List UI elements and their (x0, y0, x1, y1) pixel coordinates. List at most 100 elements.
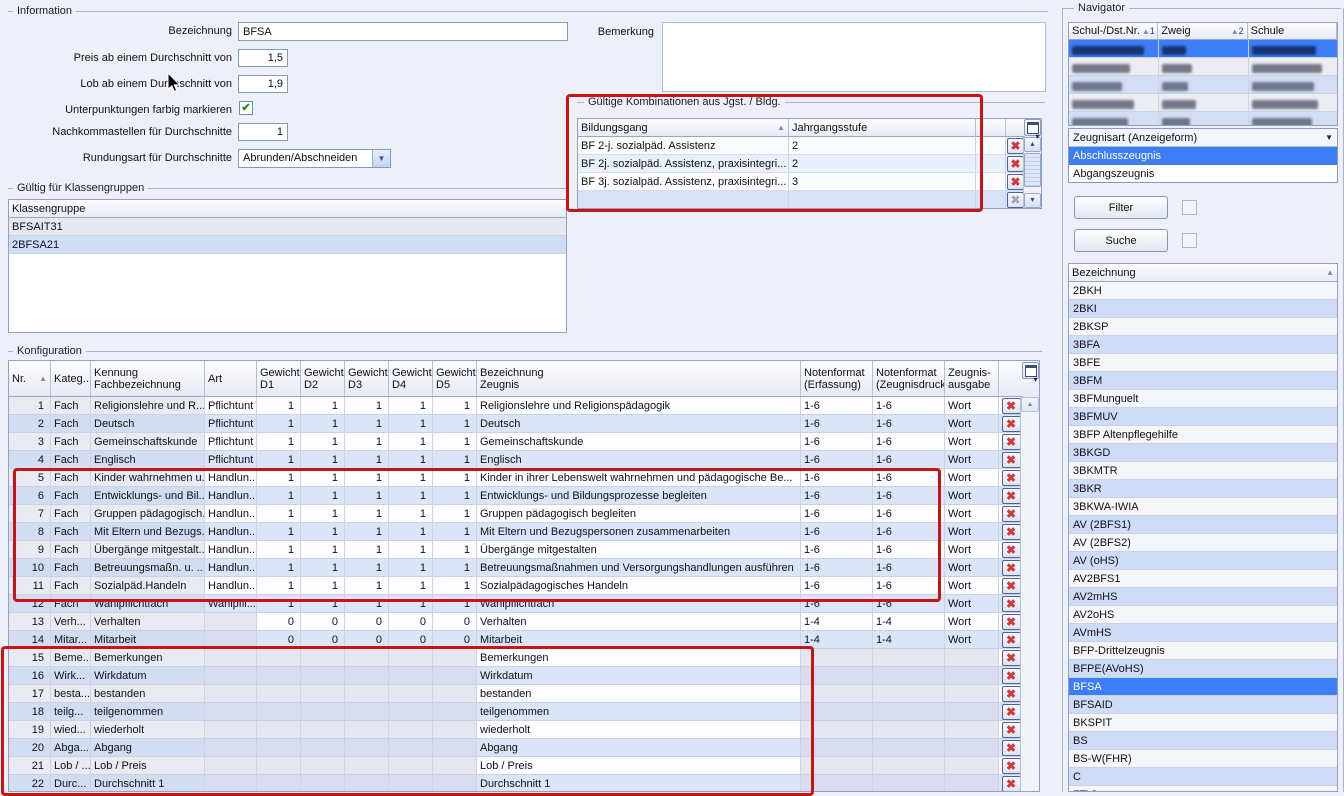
table-row[interactable]: 1 Fach Religionslehre und R... Pflichtun… (9, 397, 1039, 415)
list-item[interactable]: 3BFP Altenpflegehilfe (1069, 426, 1337, 444)
column-header-gewicht-d1[interactable]: Gewicht D1 (257, 361, 301, 397)
delete-row-button[interactable]: ✖ (1002, 686, 1021, 702)
table-row[interactable]: 14 Mitar... Mitarbeit 0 0 0 0 0 Mitarbei… (9, 631, 1039, 649)
column-header-nr[interactable]: Nr. ▲ (9, 361, 51, 397)
list-item[interactable]: 3BKR (1069, 480, 1337, 498)
column-header-kategorie[interactable]: Kateg... (51, 361, 91, 397)
column-header-bildungsgang[interactable]: Bildungsgang ▲ (578, 119, 789, 137)
table-row[interactable]: 7 Fach Gruppen pädagogisch... Handlun...… (9, 505, 1039, 523)
preis-input[interactable] (238, 49, 288, 67)
list-item[interactable]: 3BFA (1069, 336, 1337, 354)
column-chooser-button[interactable] (1022, 362, 1039, 379)
delete-row-button[interactable]: ✖ (1002, 632, 1021, 648)
delete-row-button[interactable]: ✖ (1002, 740, 1021, 756)
scrollbar-thumb[interactable] (1024, 153, 1041, 187)
table-row[interactable]: 16 Wirk... Wirkdatum Wirkdatum ✖ (9, 667, 1039, 685)
delete-row-button[interactable]: ✖ (1002, 398, 1021, 414)
kombinationen-scrollbar[interactable]: ▲ ▼ (1023, 137, 1041, 208)
table-row-redacted[interactable] (1069, 112, 1337, 126)
table-row[interactable]: 6 Fach Entwicklungs- und Bil... Handlun.… (9, 487, 1039, 505)
column-header[interactable]: Schule (1248, 23, 1337, 40)
table-row[interactable]: BF 3j. sozialpäd. Assistenz, praxisinteg… (578, 173, 1041, 191)
table-row[interactable]: 8 Fach Mit Eltern und Bezugs... Handlun.… (9, 523, 1039, 541)
list-item[interactable]: AV (oHS) (1069, 552, 1337, 570)
table-row-redacted[interactable] (1069, 94, 1337, 112)
delete-row-button[interactable]: ✖ (1002, 470, 1021, 486)
delete-row-button[interactable]: ✖ (1002, 596, 1021, 612)
list-item[interactable]: BFPE(AVoHS) (1069, 660, 1337, 678)
list-item[interactable]: 2BKSP (1069, 318, 1337, 336)
delete-row-button[interactable]: ✖ (1002, 560, 1021, 576)
list-item[interactable]: AVmHS (1069, 624, 1337, 642)
list-item[interactable]: 3BFMunguelt (1069, 390, 1337, 408)
delete-row-button[interactable]: ✖ (1002, 434, 1021, 450)
list-item[interactable]: 3BFE (1069, 354, 1337, 372)
column-header-klassengruppe[interactable]: Klassengruppe (9, 200, 566, 218)
table-row[interactable]: 2 Fach Deutsch Pflichtunt 1 1 1 1 1 Deut… (9, 415, 1039, 433)
delete-row-button[interactable]: ✖ (1002, 542, 1021, 558)
column-header-zeugnisausgabe[interactable]: Zeugnis- ausgabe (945, 361, 999, 397)
nachkommastellen-input[interactable] (238, 123, 288, 141)
table-row[interactable]: 18 teilg... teilgenommen teilgenommen ✖ (9, 703, 1039, 721)
list-item[interactable]: 3BKGD (1069, 444, 1337, 462)
column-header-jahrgangsstufe[interactable]: Jahrgangsstufe (789, 119, 976, 137)
filter-checkbox[interactable] (1182, 200, 1197, 215)
list-item[interactable]: 3BFMUV (1069, 408, 1337, 426)
table-row[interactable]: 21 Lob / ... Lob / Preis Lob / Preis ✖ (9, 757, 1039, 775)
filter-button[interactable]: Filter (1074, 196, 1168, 219)
empty-row[interactable]: ✖ (578, 191, 1041, 209)
list-item[interactable]: 3BFM (1069, 372, 1337, 390)
table-row[interactable]: 19 wied... wiederholt wiederholt ✖ (9, 721, 1039, 739)
delete-row-button[interactable]: ✖ (1002, 650, 1021, 666)
list-item[interactable]: FTVi (1069, 786, 1337, 792)
delete-row-button[interactable]: ✖ (1002, 452, 1021, 468)
table-row[interactable]: BF 2j. sozialpäd. Assistenz, praxisinteg… (578, 155, 1041, 173)
list-item[interactable]: 3BKWA-IWIA (1069, 498, 1337, 516)
scroll-down-icon[interactable]: ▼ (1024, 193, 1041, 208)
column-header[interactable]: Schul-/Dst.Nr. ▲1 (1069, 23, 1158, 40)
zeugnisart-dropdown[interactable]: Zeugnisart (Anzeigeform) ▼ (1069, 129, 1337, 147)
column-header-gewicht-d2[interactable]: Gewicht D2 (301, 361, 345, 397)
rundungsart-select[interactable]: Abrunden/Abschneiden ▼ (238, 149, 391, 168)
column-header[interactable]: Zweig ▲2 (1158, 23, 1247, 40)
list-item[interactable]: AV (2BFS1) (1069, 516, 1337, 534)
table-row[interactable]: 20 Abga... Abgang Abgang ✖ (9, 739, 1039, 757)
suche-checkbox[interactable] (1182, 233, 1197, 248)
list-item[interactable]: 2BKH (1069, 282, 1337, 300)
column-header-kennung[interactable]: Kennung Fachbezeichnung (91, 361, 205, 397)
chevron-down-icon[interactable]: ▼ (372, 150, 390, 167)
table-row-redacted[interactable] (1069, 76, 1337, 94)
column-chooser-button[interactable] (1024, 119, 1041, 136)
list-item[interactable]: AV (2BFS2) (1069, 534, 1337, 552)
delete-row-button[interactable]: ✖ (1002, 776, 1021, 792)
column-header-notenformat-zeugnisdruck[interactable]: Notenformat (Zeugnisdruck) (873, 361, 945, 397)
delete-row-button[interactable]: ✖ (1007, 174, 1024, 190)
table-row[interactable]: BF 2-j. sozialpäd. Assistenz 2 ✖ (578, 137, 1041, 155)
konfiguration-scrollbar[interactable]: ▲ (1020, 397, 1039, 791)
table-row[interactable]: 13 Verh... Verhalten 0 0 0 0 0 Verhalten… (9, 613, 1039, 631)
table-row[interactable]: 11 Fach Sozialpäd.Handeln Handlun... 1 1… (9, 577, 1039, 595)
delete-row-button[interactable]: ✖ (1002, 416, 1021, 432)
column-header-gewicht-d4[interactable]: Gewicht D4 (389, 361, 433, 397)
column-header-art[interactable]: Art (205, 361, 257, 397)
column-header-bezeichnung[interactable]: Bezeichnung ▲ (1069, 264, 1337, 282)
table-row[interactable]: 10 Fach Betreuungsmaßn. u. ... Handlun..… (9, 559, 1039, 577)
list-item[interactable]: BFSAIT31 (9, 218, 566, 236)
list-item[interactable]: AV2mHS (1069, 588, 1337, 606)
suche-button[interactable]: Suche (1074, 229, 1168, 252)
table-row[interactable]: 12 Fach Wahlpflichtfach Wahlpfli... 1 1 … (9, 595, 1039, 613)
list-item[interactable]: BFSA (1069, 678, 1337, 696)
delete-row-button[interactable]: ✖ (1002, 524, 1021, 540)
zeugnisart-option[interactable]: Abschlusszeugnis (1069, 147, 1337, 165)
column-header-bezeichnung-zeugnis[interactable]: Bezeichnung Zeugnis (477, 361, 801, 397)
table-row-redacted[interactable] (1069, 40, 1337, 58)
delete-row-button[interactable]: ✖ (1007, 156, 1024, 172)
list-item[interactable]: C (1069, 768, 1337, 786)
column-header-gewicht-d5[interactable]: Gewicht D5 (433, 361, 477, 397)
column-header-gewicht-d3[interactable]: Gewicht D3 (345, 361, 389, 397)
scroll-up-icon[interactable]: ▲ (1021, 397, 1039, 412)
zeugnisart-option[interactable]: Abgangszeugnis (1069, 165, 1337, 183)
table-row[interactable]: 4 Fach Englisch Pflichtunt 1 1 1 1 1 Eng… (9, 451, 1039, 469)
list-item[interactable]: BS (1069, 732, 1337, 750)
delete-row-button[interactable]: ✖ (1002, 614, 1021, 630)
